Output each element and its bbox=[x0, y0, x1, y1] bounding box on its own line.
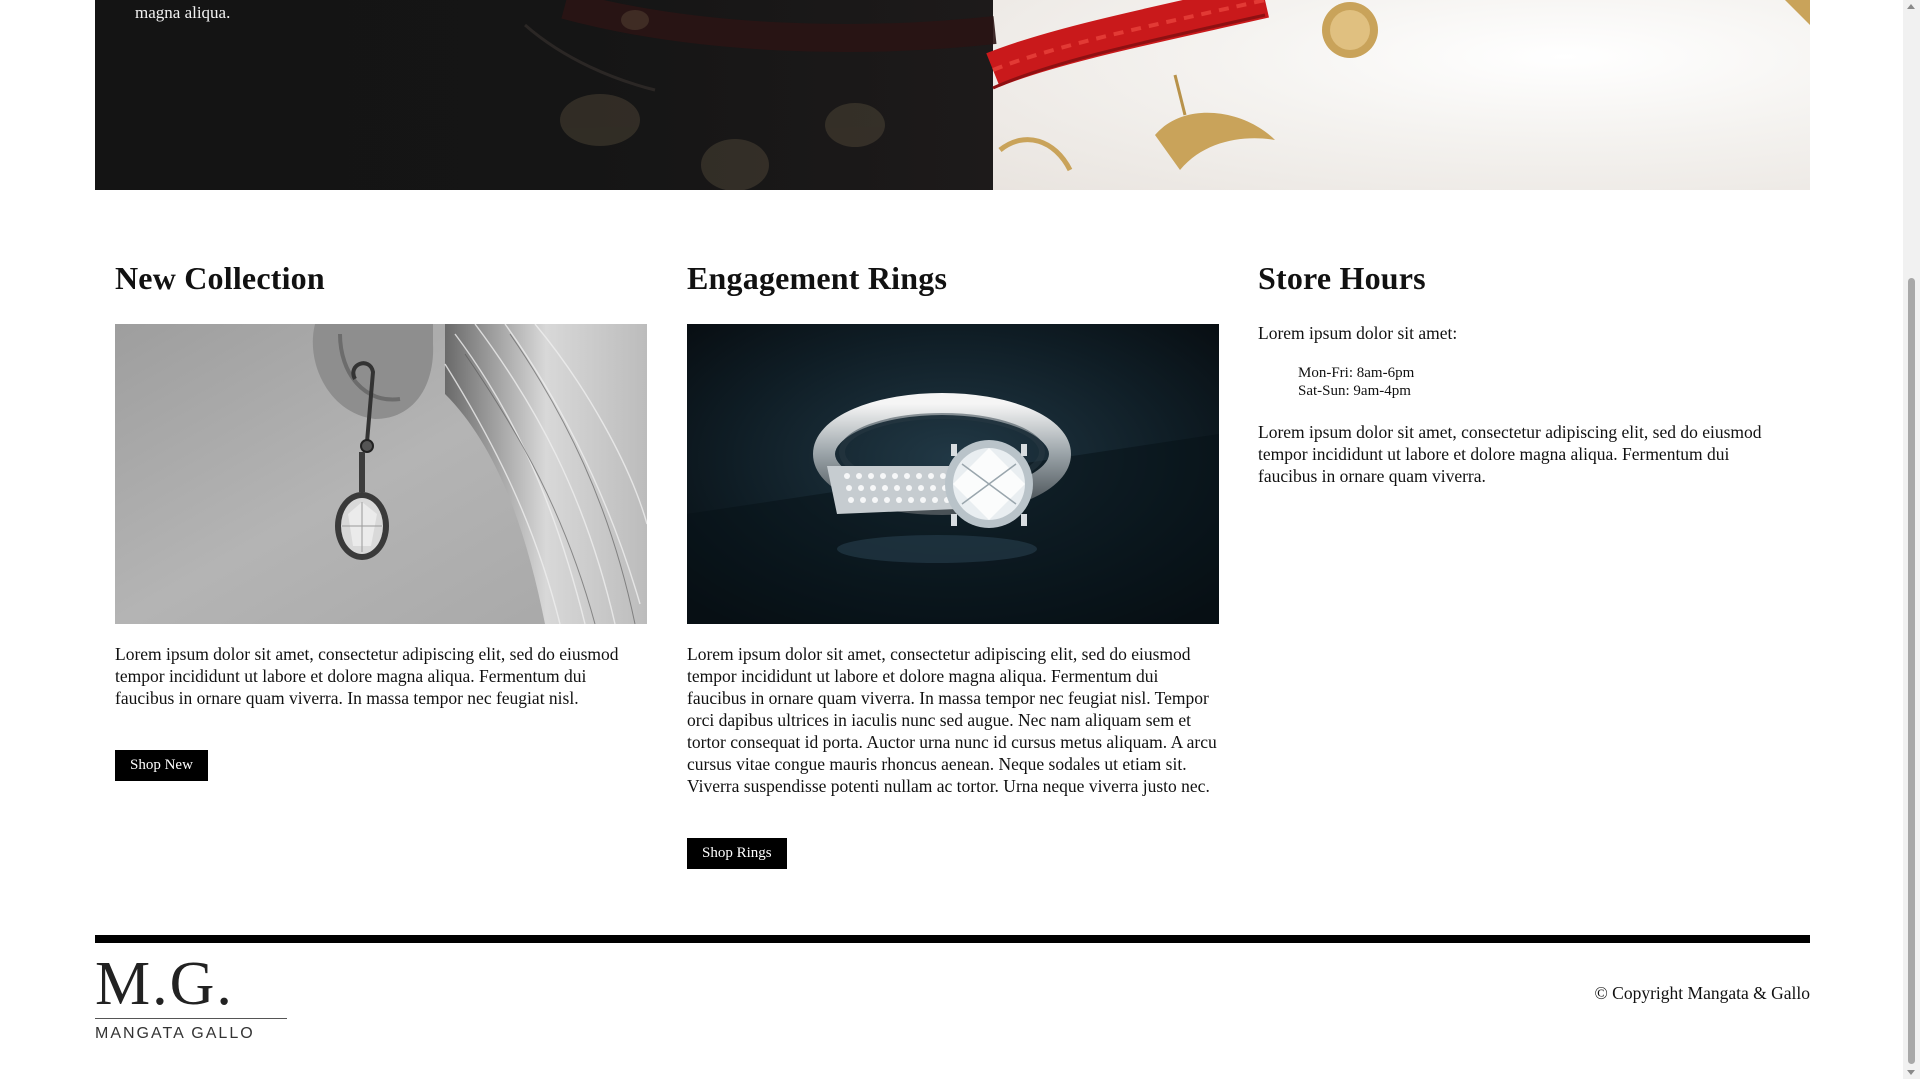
hours-weekend: Sat-Sun: 9am-4pm bbox=[1298, 383, 1411, 399]
shop-rings-button[interactable]: Shop Rings bbox=[687, 838, 787, 869]
section-title: Engagement Rings bbox=[687, 260, 948, 296]
shop-new-button[interactable]: Shop New bbox=[115, 750, 208, 781]
bracelet-illustration bbox=[524, 0, 1810, 190]
footer-divider bbox=[95, 935, 1810, 943]
hours-list: Mon-Fri: 8am-6pm Sat-Sun: 9am-4pm bbox=[1298, 364, 1414, 400]
engagement-rings-section: Engagement Rings Lorem ipsum dolor sit a… bbox=[687, 255, 1219, 869]
copyright-text: © Copyright Mangata & Gallo bbox=[1594, 983, 1811, 1003]
section-title: Store Hours bbox=[1258, 260, 1426, 296]
earring-image bbox=[115, 324, 647, 624]
brand-logo[interactable]: M.G. MANGATA GALLO bbox=[95, 950, 290, 1043]
scroll-down-icon[interactable] bbox=[1907, 1070, 1915, 1075]
hours-intro: Lorem ipsum dolor sit amet: bbox=[1258, 323, 1458, 343]
logo-monogram: M.G. bbox=[95, 950, 234, 1018]
page: magna aliqua. New Collection Lorem ipsum… bbox=[0, 0, 1920, 1079]
scroll-up-icon[interactable] bbox=[1907, 4, 1915, 9]
hero-text: magna aliqua. bbox=[135, 3, 231, 22]
ring-photo bbox=[687, 324, 1219, 624]
page-scrollbar[interactable] bbox=[1903, 0, 1920, 1079]
collection-description: Lorem ipsum dolor sit amet, consectetur … bbox=[115, 644, 619, 708]
store-hours-section: Store Hours Lorem ipsum dolor sit amet: … bbox=[1258, 255, 1778, 486]
new-collection-section: New Collection Lorem ipsum dolor sit ame… bbox=[115, 255, 647, 781]
hours-weekday: Mon-Fri: 8am-6pm bbox=[1298, 365, 1415, 381]
hours-description: Lorem ipsum dolor sit amet, consectetur … bbox=[1258, 422, 1762, 486]
logo-underline bbox=[95, 1018, 287, 1019]
earring-photo bbox=[115, 324, 647, 624]
scrollbar-thumb[interactable] bbox=[1908, 278, 1915, 1064]
ring-image bbox=[687, 324, 1219, 624]
hero-banner: magna aliqua. bbox=[95, 0, 1810, 190]
section-title: New Collection bbox=[115, 260, 325, 296]
rings-description: Lorem ipsum dolor sit amet, consectetur … bbox=[687, 644, 1217, 796]
logo-wordmark: MANGATA GALLO bbox=[95, 1025, 255, 1042]
